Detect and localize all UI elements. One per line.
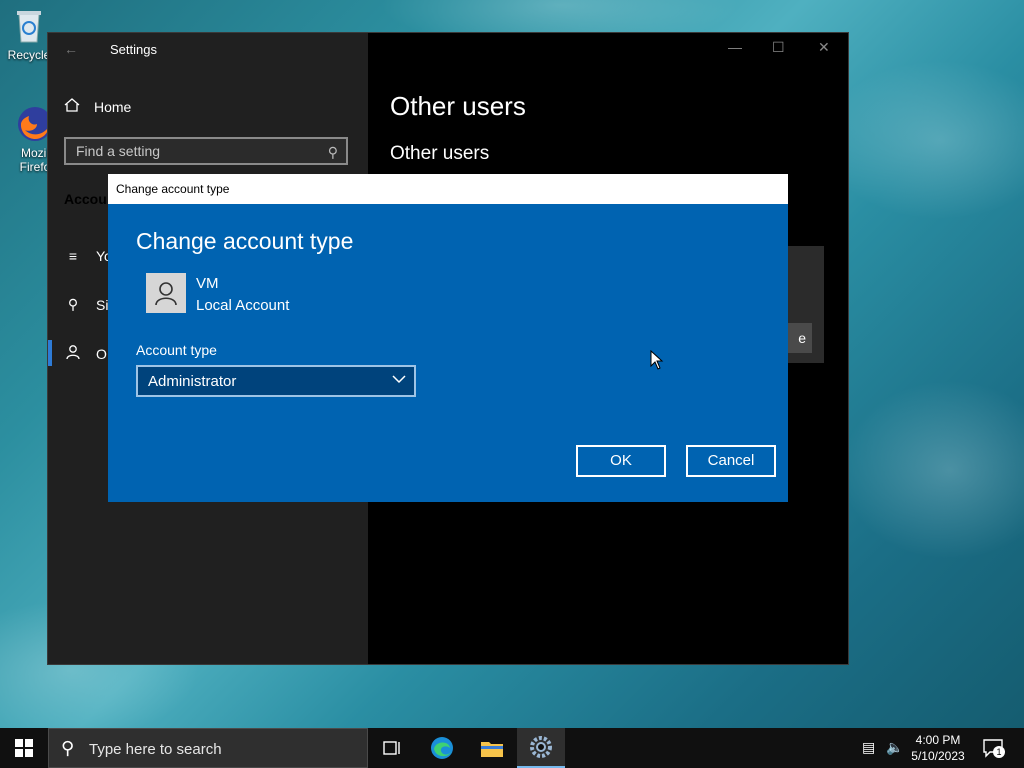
dialog-heading: Change account type xyxy=(136,228,354,254)
minimize-icon[interactable]: — xyxy=(728,39,742,55)
account-type-selected: Administrator xyxy=(148,373,237,390)
chevron-down-icon xyxy=(392,375,406,384)
taskbar-search-box[interactable]: ⚲ Type here to search xyxy=(48,728,368,768)
task-view-icon xyxy=(383,741,400,755)
sidebar-item-your-info[interactable]: ≡ Yo xyxy=(64,248,112,264)
user-name: VM xyxy=(196,275,219,292)
mouse-cursor-icon xyxy=(650,350,664,370)
person-icon xyxy=(64,344,82,363)
taskbar: ⚲ Type here to search ▤ 🔈 4:00 PM 5/10/2… xyxy=(0,728,1024,768)
sidebar-home-label: Home xyxy=(94,98,132,115)
settings-taskbar-button[interactable] xyxy=(517,728,565,768)
system-clock[interactable]: 4:00 PM 5/10/2023 xyxy=(910,732,966,764)
settings-search-input[interactable]: Find a setting ⚲ xyxy=(64,137,348,165)
settings-window-title: Settings xyxy=(110,42,157,57)
gear-icon xyxy=(530,736,552,758)
folder-icon xyxy=(481,742,503,757)
sidebar-item-label: O xyxy=(96,345,107,362)
change-account-type-dialog: Change account type Change account type … xyxy=(108,174,788,502)
clock-date: 5/10/2023 xyxy=(911,749,965,763)
ok-button[interactable]: OK xyxy=(576,445,666,477)
settings-titlebar: ← Settings — ☐ ✕ xyxy=(48,33,848,65)
close-icon[interactable]: ✕ xyxy=(818,39,830,56)
dialog-titlebar: Change account type xyxy=(108,174,788,204)
home-icon xyxy=(64,97,80,116)
windows-logo-icon xyxy=(15,739,33,757)
notification-center-button[interactable]: 1 xyxy=(982,738,1005,758)
cancel-button[interactable]: Cancel xyxy=(686,445,776,477)
network-icon[interactable]: ▤ xyxy=(862,739,875,756)
account-type-dropdown[interactable]: Administrator xyxy=(136,365,416,397)
edge-icon xyxy=(431,737,453,759)
task-view-button[interactable] xyxy=(368,728,416,768)
notification-count-badge: 1 xyxy=(993,746,1005,758)
key-icon: ⚲ xyxy=(67,296,79,312)
user-avatar-icon xyxy=(155,282,177,306)
search-icon: ⚲ xyxy=(61,738,75,758)
file-explorer-taskbar-button[interactable] xyxy=(468,728,516,768)
taskbar-search-placeholder: Type here to search xyxy=(89,741,222,758)
edge-taskbar-button[interactable] xyxy=(418,728,466,768)
sidebar-item-other-users[interactable]: O xyxy=(64,344,107,363)
back-arrow-icon[interactable]: ← xyxy=(64,41,78,57)
user-account-kind: Local Account xyxy=(196,297,290,314)
search-icon: ⚲ xyxy=(327,144,338,160)
maximize-icon[interactable]: ☐ xyxy=(772,39,785,56)
search-placeholder: Find a setting xyxy=(76,143,161,159)
start-button[interactable] xyxy=(0,728,48,768)
clock-time: 4:00 PM xyxy=(915,733,961,747)
volume-muted-icon[interactable]: 🔈 xyxy=(886,739,903,756)
sidebar-item-sign-in[interactable]: ⚲ Si xyxy=(64,296,109,313)
dialog-window-title: Change account type xyxy=(116,182,230,196)
person-card-icon: ≡ xyxy=(68,248,78,264)
recycle-bin-icon xyxy=(9,6,49,46)
active-indicator xyxy=(48,340,52,366)
sidebar-item-label: Si xyxy=(96,296,109,313)
sidebar-section-heading: Accou xyxy=(64,191,107,207)
page-title: Other users xyxy=(390,91,526,121)
page-subtitle: Other users xyxy=(390,143,490,164)
sidebar-home[interactable]: Home xyxy=(64,97,131,116)
account-type-label: Account type xyxy=(136,342,217,358)
avatar xyxy=(146,273,186,313)
